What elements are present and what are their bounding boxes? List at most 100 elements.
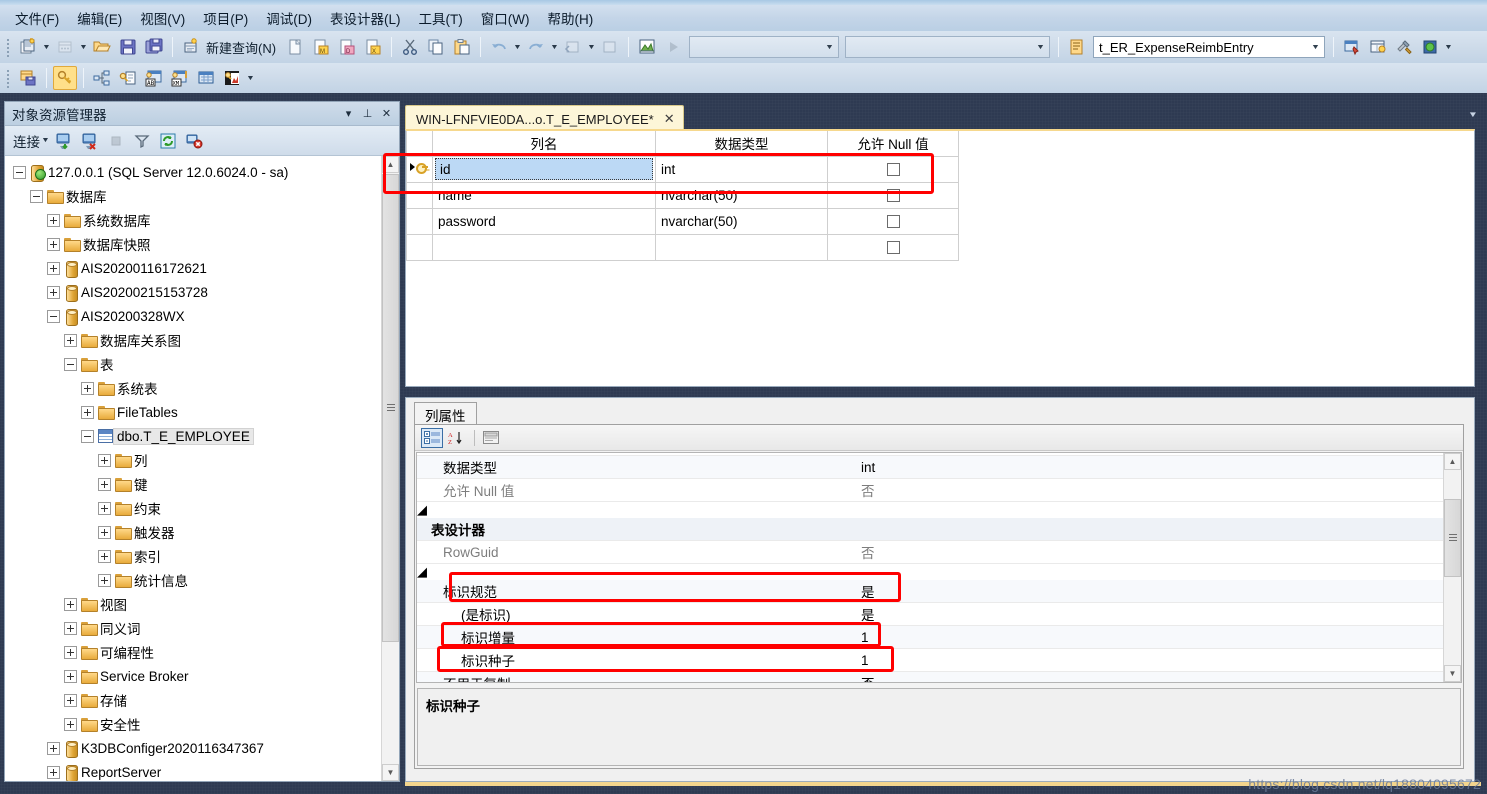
grid-header-allow-nulls[interactable]: 允许 Null 值: [827, 131, 959, 157]
analysis-xmla-query-icon[interactable]: X: [361, 35, 385, 59]
expand-icon[interactable]: [81, 405, 94, 419]
manage-fulltext-index-icon[interactable]: AB: [142, 66, 166, 90]
row-selector-cell[interactable]: [406, 181, 433, 209]
property-row[interactable]: (是标识) 是: [417, 603, 1443, 626]
collapse-icon[interactable]: [64, 357, 77, 371]
set-primary-key-icon[interactable]: [53, 66, 77, 90]
expand-icon[interactable]: [64, 645, 77, 659]
column-name-cell[interactable]: id: [432, 155, 656, 183]
expand-icon[interactable]: [47, 213, 60, 227]
new-item-icon[interactable]: [53, 35, 77, 59]
menu-view[interactable]: 视图(V): [131, 5, 194, 31]
generate-change-script-icon[interactable]: [1065, 35, 1089, 59]
tree-node[interactable]: 约束: [5, 496, 381, 520]
property-value[interactable]: 1: [857, 630, 1443, 645]
manage-check-constraints-icon[interactable]: [194, 66, 218, 90]
menu-file[interactable]: 文件(F): [6, 5, 68, 31]
close-icon[interactable]: ✕: [663, 111, 676, 127]
execute-module-dropdown-icon[interactable]: [586, 36, 597, 58]
table-row[interactable]: name nvarchar(50): [406, 181, 959, 209]
expand-icon[interactable]: [47, 237, 60, 251]
chevron-down-icon[interactable]: [821, 37, 838, 57]
row-selector-cell[interactable]: [406, 233, 433, 261]
expand-icon[interactable]: [64, 333, 77, 347]
chevron-down-icon[interactable]: ▾: [340, 105, 357, 123]
expand-icon[interactable]: [98, 573, 111, 587]
allow-nulls-cell[interactable]: [827, 207, 959, 235]
scroll-down-icon[interactable]: ▼: [382, 764, 399, 781]
manage-indexes-keys-icon[interactable]: [116, 66, 140, 90]
scroll-up-icon[interactable]: ▲: [1444, 453, 1461, 470]
active-files-dropdown-icon[interactable]: [1469, 110, 1477, 119]
pin-icon[interactable]: ⊥: [359, 105, 376, 123]
new-project-dropdown-icon[interactable]: [41, 36, 52, 58]
stop-icon[interactable]: [104, 129, 128, 153]
expand-icon[interactable]: [98, 477, 111, 491]
property-row[interactable]: 标识规范 是: [417, 580, 1443, 603]
property-value[interactable]: 1: [857, 653, 1443, 668]
tree-node[interactable]: Service Broker: [5, 664, 381, 688]
scrollbar-thumb[interactable]: [382, 174, 399, 642]
property-value[interactable]: 是: [857, 581, 1443, 601]
categorized-view-icon[interactable]: [421, 427, 443, 448]
expand-icon[interactable]: [64, 717, 77, 731]
analysis-dmx-query-icon[interactable]: D: [335, 35, 359, 59]
scrollbar-thumb[interactable]: [1444, 499, 1461, 577]
tree-node[interactable]: 数据库关系图: [5, 328, 381, 352]
redo-icon[interactable]: [524, 35, 548, 59]
toolbar-overflow-icon[interactable]: [1443, 36, 1454, 58]
collapse-triangle-icon[interactable]: ◢: [417, 564, 427, 579]
expand-icon[interactable]: [64, 669, 77, 683]
collapse-icon[interactable]: [30, 189, 43, 203]
property-row[interactable]: RowGuid 否: [417, 541, 1443, 564]
expand-icon[interactable]: [47, 285, 60, 299]
collapse-icon[interactable]: [47, 309, 60, 323]
tree-node[interactable]: AIS20200116172621: [5, 256, 381, 280]
column-name-cell[interactable]: name: [432, 181, 656, 209]
redo-dropdown-icon[interactable]: [549, 36, 560, 58]
grid-header-column-name[interactable]: 列名: [432, 131, 656, 157]
property-row[interactable]: 表设计器: [417, 518, 1443, 541]
expand-icon[interactable]: [64, 693, 77, 707]
property-value[interactable]: int: [857, 460, 1443, 475]
menu-window[interactable]: 窗口(W): [472, 5, 539, 31]
relationships-icon[interactable]: [90, 66, 114, 90]
row-selector-cell[interactable]: [406, 207, 433, 235]
collapse-icon[interactable]: [13, 165, 26, 179]
property-pages-icon[interactable]: [480, 428, 502, 448]
green-globe-icon[interactable]: [1418, 35, 1442, 59]
object-explorer-tree[interactable]: 127.0.0.1 (SQL Server 12.0.6024.0 - sa) 数…: [5, 156, 381, 781]
menu-help[interactable]: 帮助(H): [538, 5, 602, 31]
column-name-cell[interactable]: password: [432, 207, 656, 235]
tree-node[interactable]: 触发器: [5, 520, 381, 544]
properties-window-icon[interactable]: [1366, 35, 1390, 59]
expand-icon[interactable]: [64, 597, 77, 611]
expand-icon[interactable]: [47, 261, 60, 275]
manage-spatial-indexes-icon[interactable]: [220, 66, 244, 90]
collapse-triangle-icon[interactable]: ◢: [417, 502, 427, 517]
filter-icon[interactable]: [130, 129, 154, 153]
close-icon[interactable]: ✕: [378, 105, 395, 123]
tree-node[interactable]: 列: [5, 448, 381, 472]
property-value[interactable]: 是: [857, 604, 1443, 624]
expand-icon[interactable]: [47, 765, 60, 779]
open-folder-icon[interactable]: [90, 35, 114, 59]
property-row[interactable]: 标识种子 1: [417, 649, 1443, 672]
toolbar-overflow-icon[interactable]: [245, 67, 256, 89]
property-value[interactable]: 否: [857, 673, 1443, 682]
collapse-icon[interactable]: [81, 429, 94, 443]
connect-label[interactable]: 连接: [13, 131, 40, 151]
tree-node[interactable]: AIS20200328WX: [5, 304, 381, 328]
tree-node[interactable]: AIS20200215153728: [5, 280, 381, 304]
menu-table-designer[interactable]: 表设计器(L): [321, 5, 410, 31]
allow-nulls-cell[interactable]: [827, 181, 959, 209]
tab-column-properties[interactable]: 列属性: [414, 402, 477, 426]
data-type-cell[interactable]: [655, 233, 828, 261]
tree-node[interactable]: 可编程性: [5, 640, 381, 664]
tree-node[interactable]: 数据库: [5, 184, 381, 208]
allow-nulls-checkbox[interactable]: [886, 215, 900, 229]
expand-icon[interactable]: [81, 381, 94, 395]
scroll-up-icon[interactable]: ▲: [382, 156, 399, 173]
toolbar-gripper[interactable]: [4, 68, 12, 88]
column-name-input[interactable]: id: [435, 158, 653, 180]
